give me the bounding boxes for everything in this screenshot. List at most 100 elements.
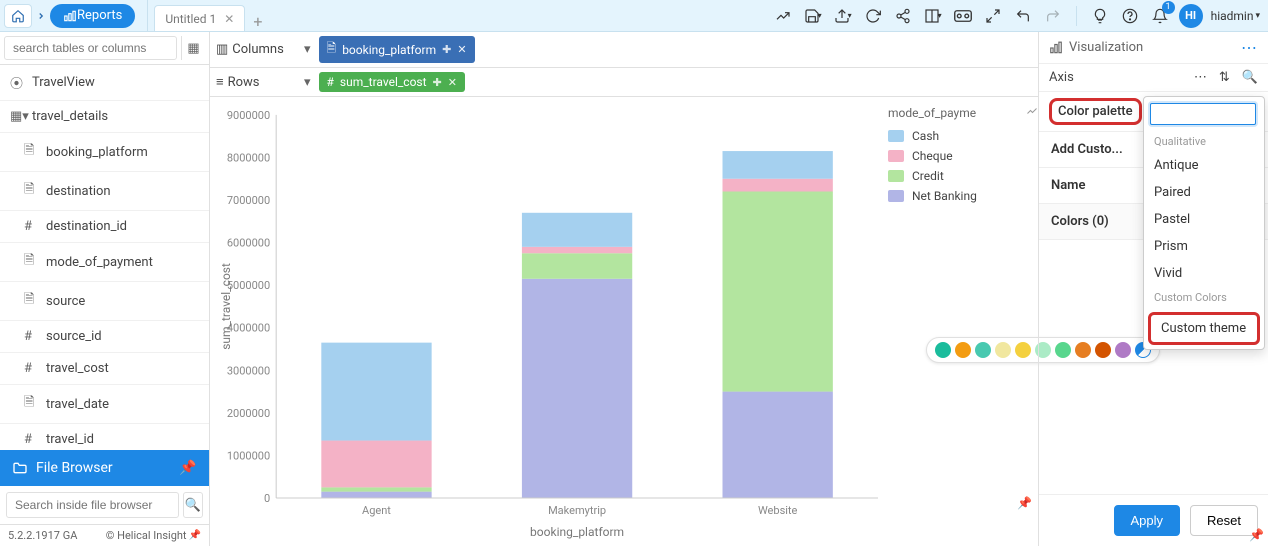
more-icon[interactable]: ⋯ bbox=[1241, 38, 1258, 57]
bulb-icon[interactable] bbox=[1089, 5, 1111, 27]
dropdown-item[interactable]: Pastel bbox=[1144, 206, 1264, 233]
bar-segment[interactable] bbox=[321, 343, 431, 441]
chevron-down-icon[interactable]: ▾ bbox=[304, 42, 311, 57]
sort-icon[interactable]: ⇅ bbox=[1219, 70, 1230, 85]
bar-segment[interactable] bbox=[723, 192, 833, 392]
close-icon[interactable]: ✕ bbox=[224, 12, 234, 26]
row-pill[interactable]: # sum_travel_cost ✚ ✕ bbox=[319, 72, 465, 92]
legend-item-label: Credit bbox=[912, 169, 944, 183]
grid-icon[interactable]: ▦ bbox=[181, 36, 205, 60]
palette-dot[interactable] bbox=[995, 342, 1011, 358]
home-crumb[interactable] bbox=[4, 4, 32, 28]
bar-segment[interactable] bbox=[522, 279, 632, 498]
legend-item[interactable]: Cheque bbox=[888, 146, 1038, 166]
reset-button[interactable]: Reset bbox=[1190, 505, 1258, 536]
tab-untitled[interactable]: Untitled 1 ✕ bbox=[154, 5, 245, 31]
tree-item-label: destination bbox=[46, 184, 111, 199]
search-icon[interactable]: 🔍 bbox=[183, 492, 203, 518]
vr-icon[interactable] bbox=[952, 5, 974, 27]
apply-button[interactable]: Apply bbox=[1114, 505, 1181, 536]
field-icon: 🗎 bbox=[24, 290, 40, 312]
bar-segment[interactable] bbox=[723, 179, 833, 192]
search-icon[interactable]: 🔍 bbox=[1242, 70, 1258, 85]
field-icon: # bbox=[24, 329, 40, 344]
tree-item[interactable]: #travel_id bbox=[0, 424, 209, 450]
svg-text:Makemytrip: Makemytrip bbox=[548, 504, 606, 517]
save-icon[interactable]: ▾ bbox=[802, 5, 824, 27]
dropdown-item[interactable]: Antique bbox=[1144, 152, 1264, 179]
close-icon[interactable]: ✕ bbox=[457, 43, 466, 56]
bell-icon[interactable] bbox=[1149, 5, 1171, 27]
tree-item[interactable]: 🗎travel_date bbox=[0, 385, 209, 424]
tree-item[interactable]: ▦▾travel_details bbox=[0, 101, 209, 133]
palette-search-input[interactable] bbox=[1150, 103, 1256, 125]
bar-segment[interactable] bbox=[321, 441, 431, 488]
legend-item[interactable]: Net Banking bbox=[888, 186, 1038, 206]
bar-segment[interactable] bbox=[723, 151, 833, 179]
help-icon[interactable] bbox=[1119, 5, 1141, 27]
field-icon: ⦿ bbox=[10, 73, 26, 92]
pin-icon[interactable]: 📌 bbox=[189, 530, 201, 541]
undo-icon[interactable] bbox=[1012, 5, 1034, 27]
bar-segment[interactable] bbox=[321, 492, 431, 498]
tree-item[interactable]: ⦿TravelView bbox=[0, 65, 209, 101]
dropdown-item[interactable]: Vivid bbox=[1144, 260, 1264, 287]
legend-item[interactable]: Cash bbox=[888, 126, 1038, 146]
edit-icon[interactable] bbox=[1026, 105, 1038, 120]
export-icon[interactable]: ▾ bbox=[832, 5, 854, 27]
tree-item[interactable]: #destination_id bbox=[0, 211, 209, 243]
legend-item[interactable]: Credit bbox=[888, 166, 1038, 186]
visualization-label: Visualization bbox=[1069, 40, 1143, 55]
column-pill[interactable]: 🗎 booking_platform ✚ ✕ bbox=[319, 36, 475, 63]
swatch bbox=[888, 150, 904, 162]
layout-icon[interactable]: ▾ bbox=[922, 5, 944, 27]
bar-segment[interactable] bbox=[522, 247, 632, 253]
plus-icon[interactable]: ✚ bbox=[433, 76, 442, 89]
palette-dot[interactable] bbox=[935, 342, 951, 358]
rows-shelf[interactable]: ≡ Rows ▾ # sum_travel_cost ✚ ✕ bbox=[210, 68, 1038, 97]
palette-dot[interactable] bbox=[1015, 342, 1031, 358]
pin-icon[interactable]: 📌 bbox=[1017, 496, 1032, 510]
editor-tabs: Untitled 1 ✕ + bbox=[147, 0, 771, 31]
file-browser-button[interactable]: File Browser 📌 bbox=[0, 450, 209, 486]
avatar[interactable]: HI bbox=[1179, 4, 1203, 28]
fullscreen-icon[interactable] bbox=[982, 5, 1004, 27]
share-icon[interactable] bbox=[892, 5, 914, 27]
chart-area: 0100000020000003000000400000050000006000… bbox=[210, 97, 1038, 546]
pin-icon[interactable]: 📌 bbox=[1249, 528, 1264, 542]
dropdown-item-custom-theme[interactable]: Custom theme bbox=[1148, 312, 1260, 345]
refresh-icon[interactable] bbox=[862, 5, 884, 27]
chart-type-icon[interactable] bbox=[772, 5, 794, 27]
tree-item-label: travel_date bbox=[46, 397, 109, 412]
bar-segment[interactable] bbox=[522, 213, 632, 247]
svg-text:8000000: 8000000 bbox=[227, 151, 270, 164]
reports-crumb[interactable]: Reports bbox=[50, 4, 135, 28]
tree-item[interactable]: 🗎source bbox=[0, 282, 209, 321]
dropdown-item[interactable]: Prism bbox=[1144, 233, 1264, 260]
columns-shelf[interactable]: ▥ Columns ▾ 🗎 booking_platform ✚ ✕ bbox=[210, 32, 1038, 68]
palette-dot[interactable] bbox=[955, 342, 971, 358]
user-menu[interactable]: hiadmin▾ bbox=[1211, 9, 1260, 23]
tree-item[interactable]: 🗎mode_of_payment bbox=[0, 243, 209, 282]
right-panel: Visualization ⋯ Axis ⋯ ⇅ 🔍 Color palette… bbox=[1038, 32, 1268, 546]
chevron-right-icon bbox=[32, 11, 50, 21]
tree-item[interactable]: 🗎destination bbox=[0, 172, 209, 211]
close-icon[interactable]: ✕ bbox=[448, 76, 457, 89]
add-tab-button[interactable]: + bbox=[253, 12, 262, 31]
redo-icon[interactable] bbox=[1042, 5, 1064, 27]
folder-icon bbox=[12, 460, 28, 476]
tree-item[interactable]: #travel_cost bbox=[0, 353, 209, 385]
tree-item[interactable]: 🗎booking_platform bbox=[0, 133, 209, 172]
more-icon[interactable]: ⋯ bbox=[1194, 70, 1207, 85]
file-browser-search-input[interactable] bbox=[6, 492, 179, 518]
search-input[interactable] bbox=[4, 36, 177, 60]
palette-dot[interactable] bbox=[975, 342, 991, 358]
pin-icon[interactable]: 📌 bbox=[179, 460, 197, 476]
plus-icon[interactable]: ✚ bbox=[442, 43, 451, 56]
tree-item[interactable]: #source_id bbox=[0, 321, 209, 353]
dropdown-item[interactable]: Paired bbox=[1144, 179, 1264, 206]
bar-segment[interactable] bbox=[321, 487, 431, 491]
bar-segment[interactable] bbox=[522, 253, 632, 279]
bar-segment[interactable] bbox=[723, 392, 833, 498]
chevron-down-icon[interactable]: ▾ bbox=[304, 75, 311, 90]
